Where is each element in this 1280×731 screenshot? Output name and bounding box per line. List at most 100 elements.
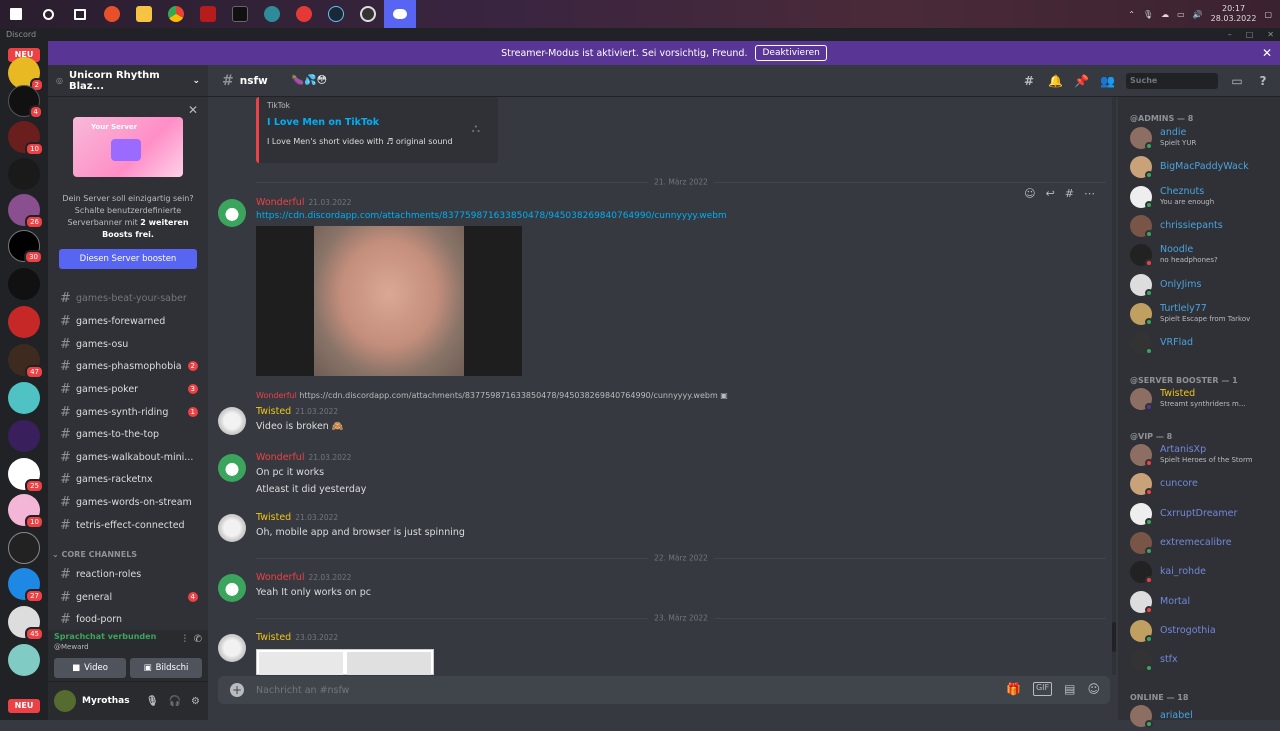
cloud-icon[interactable]: ☁: [1161, 10, 1169, 19]
member-item[interactable]: Twisted Streamt synthriders m...: [1130, 386, 1280, 414]
server-icon[interactable]: [8, 268, 40, 300]
member-item[interactable]: Mortal: [1130, 589, 1280, 617]
member-item[interactable]: extremecalibre: [1130, 530, 1280, 558]
avatar[interactable]: [218, 454, 246, 482]
member-item[interactable]: ariabel: [1130, 703, 1280, 731]
message-author[interactable]: Wonderful 21.03.2022: [256, 197, 351, 208]
server-icon[interactable]: [8, 532, 40, 564]
discord-icon[interactable]: [384, 0, 416, 28]
gift-icon[interactable]: 🎁: [1006, 682, 1021, 696]
close-icon[interactable]: ✕: [188, 103, 198, 117]
avatar[interactable]: [218, 574, 246, 602]
member-item[interactable]: kai_rohde: [1130, 559, 1280, 587]
channel-item[interactable]: # games-forewarned: [48, 311, 208, 331]
member-item[interactable]: CxrruptDreamer: [1130, 501, 1280, 529]
screen-share-button[interactable]: ▣ Bildschi: [130, 658, 202, 678]
app-dark-red-icon[interactable]: [192, 0, 224, 28]
member-item[interactable]: BigMacPaddyWack: [1130, 154, 1280, 182]
member-item[interactable]: ArtanisXp Spielt Heroes of the Storm: [1130, 442, 1280, 470]
server-icon[interactable]: 45: [8, 606, 44, 641]
avatar[interactable]: [218, 634, 246, 662]
search-icon[interactable]: [32, 0, 64, 28]
boost-server-button[interactable]: Diesen Server boosten: [59, 249, 197, 269]
task-view-icon[interactable]: [64, 0, 96, 28]
server-icon[interactable]: [8, 382, 40, 414]
emoji-picker-icon[interactable]: ☺: [1087, 682, 1100, 696]
server-icon[interactable]: 47: [8, 344, 44, 379]
avatar[interactable]: [54, 690, 76, 712]
avatar[interactable]: [218, 514, 246, 542]
server-icon[interactable]: 4: [8, 85, 43, 119]
message-author[interactable]: Wonderful 21.03.2022: [256, 452, 351, 463]
close-icon[interactable]: ✕: [1262, 46, 1272, 60]
server-icon[interactable]: [8, 158, 40, 190]
server-icon[interactable]: 25: [8, 458, 44, 493]
obs-icon[interactable]: [352, 0, 384, 28]
add-reaction-icon[interactable]: ☺: [1024, 187, 1035, 200]
server-icon[interactable]: [8, 420, 40, 452]
channel-item[interactable]: # games-osu: [48, 334, 208, 354]
disconnect-icon[interactable]: ✆: [194, 634, 202, 645]
sticker-icon[interactable]: ▤: [1064, 682, 1075, 696]
channel-item[interactable]: # reaction-roles: [48, 564, 208, 584]
video-attachment[interactable]: [256, 226, 522, 376]
server-icon[interactable]: 30: [8, 230, 43, 264]
noise-suppression-icon[interactable]: ⫶: [184, 634, 187, 645]
member-item[interactable]: Noodle no headphones?: [1130, 242, 1280, 270]
voice-channel[interactable]: @Meward: [54, 643, 89, 651]
minimize-icon[interactable]: –: [1228, 28, 1232, 41]
create-thread-icon[interactable]: #: [1065, 187, 1074, 200]
chrome-icon[interactable]: [160, 0, 192, 28]
channel-item[interactable]: # games-synth-riding 1: [48, 402, 208, 422]
message-input[interactable]: Nachricht an #nsfw: [256, 685, 349, 696]
category-core-channels[interactable]: ⌄ CORE CHANNELS: [52, 550, 137, 559]
message-author[interactable]: Twisted 21.03.2022: [256, 406, 338, 417]
server-header[interactable]: ◎ Unicorn Rhythm Blaz... ⌄: [48, 65, 208, 97]
member-item[interactable]: cuncore: [1130, 471, 1280, 499]
deactivate-button[interactable]: Deaktivieren: [755, 45, 827, 61]
scroll-thumb[interactable]: [1112, 622, 1116, 652]
member-item[interactable]: chrissiepants: [1130, 213, 1280, 241]
server-icon[interactable]: [8, 644, 40, 676]
message-author[interactable]: Twisted 23.03.2022: [256, 632, 338, 643]
app-blue-icon[interactable]: [256, 0, 288, 28]
more-icon[interactable]: ⋯: [1084, 187, 1095, 200]
server-icon[interactable]: 27: [8, 568, 44, 603]
avatar[interactable]: [218, 407, 246, 435]
member-item[interactable]: Turtlely77 Spielt Escape from Tarkov: [1130, 301, 1280, 329]
channel-item[interactable]: # games-walkabout-mini...: [48, 447, 208, 467]
help-icon[interactable]: ?: [1256, 74, 1270, 88]
username[interactable]: Myrothas: [82, 696, 130, 706]
channel-item[interactable]: # food-porn: [48, 609, 208, 629]
app-red-icon[interactable]: [96, 0, 128, 28]
message-author[interactable]: Twisted 21.03.2022: [256, 512, 338, 523]
channel-item[interactable]: # tetris-effect-connected: [48, 515, 208, 535]
pin-icon[interactable]: 📌: [1074, 74, 1089, 88]
terminal-icon[interactable]: [224, 0, 256, 28]
server-icon[interactable]: [8, 306, 40, 338]
notifications-icon[interactable]: ▢: [1264, 10, 1272, 19]
member-item[interactable]: Ostrogothia: [1130, 618, 1280, 646]
member-item[interactable]: OnlyJims: [1130, 272, 1280, 300]
bell-icon[interactable]: 🔔: [1048, 74, 1063, 88]
reply-preview[interactable]: Wonderful https://cdn.discordapp.com/att…: [256, 391, 728, 400]
member-item[interactable]: stfx: [1130, 647, 1280, 675]
file-explorer-icon[interactable]: [128, 0, 160, 28]
microphone-icon[interactable]: 🎙: [1143, 10, 1153, 19]
avatar[interactable]: [218, 199, 246, 227]
volume-icon[interactable]: 🔊: [1193, 10, 1203, 19]
close-icon[interactable]: ✕: [1267, 28, 1274, 41]
channel-item[interactable]: # games-racketnx: [48, 469, 208, 489]
clock[interactable]: 20:17 28.03.2022: [1211, 4, 1257, 24]
threads-icon[interactable]: #: [1022, 74, 1036, 88]
image-attachment[interactable]: [256, 649, 434, 675]
headphones-icon[interactable]: 🎧: [169, 696, 181, 707]
message-link[interactable]: https://cdn.discordapp.com/attachments/8…: [256, 211, 727, 221]
channel-item[interactable]: # games-poker 3: [48, 379, 208, 399]
channel-item[interactable]: # general 4: [48, 587, 208, 607]
steam-icon[interactable]: [320, 0, 352, 28]
inbox-icon[interactable]: ▭: [1230, 74, 1244, 88]
network-icon[interactable]: ▭: [1177, 10, 1185, 19]
channel-item[interactable]: # games-to-the-top: [48, 424, 208, 444]
app-orange-icon[interactable]: [288, 0, 320, 28]
